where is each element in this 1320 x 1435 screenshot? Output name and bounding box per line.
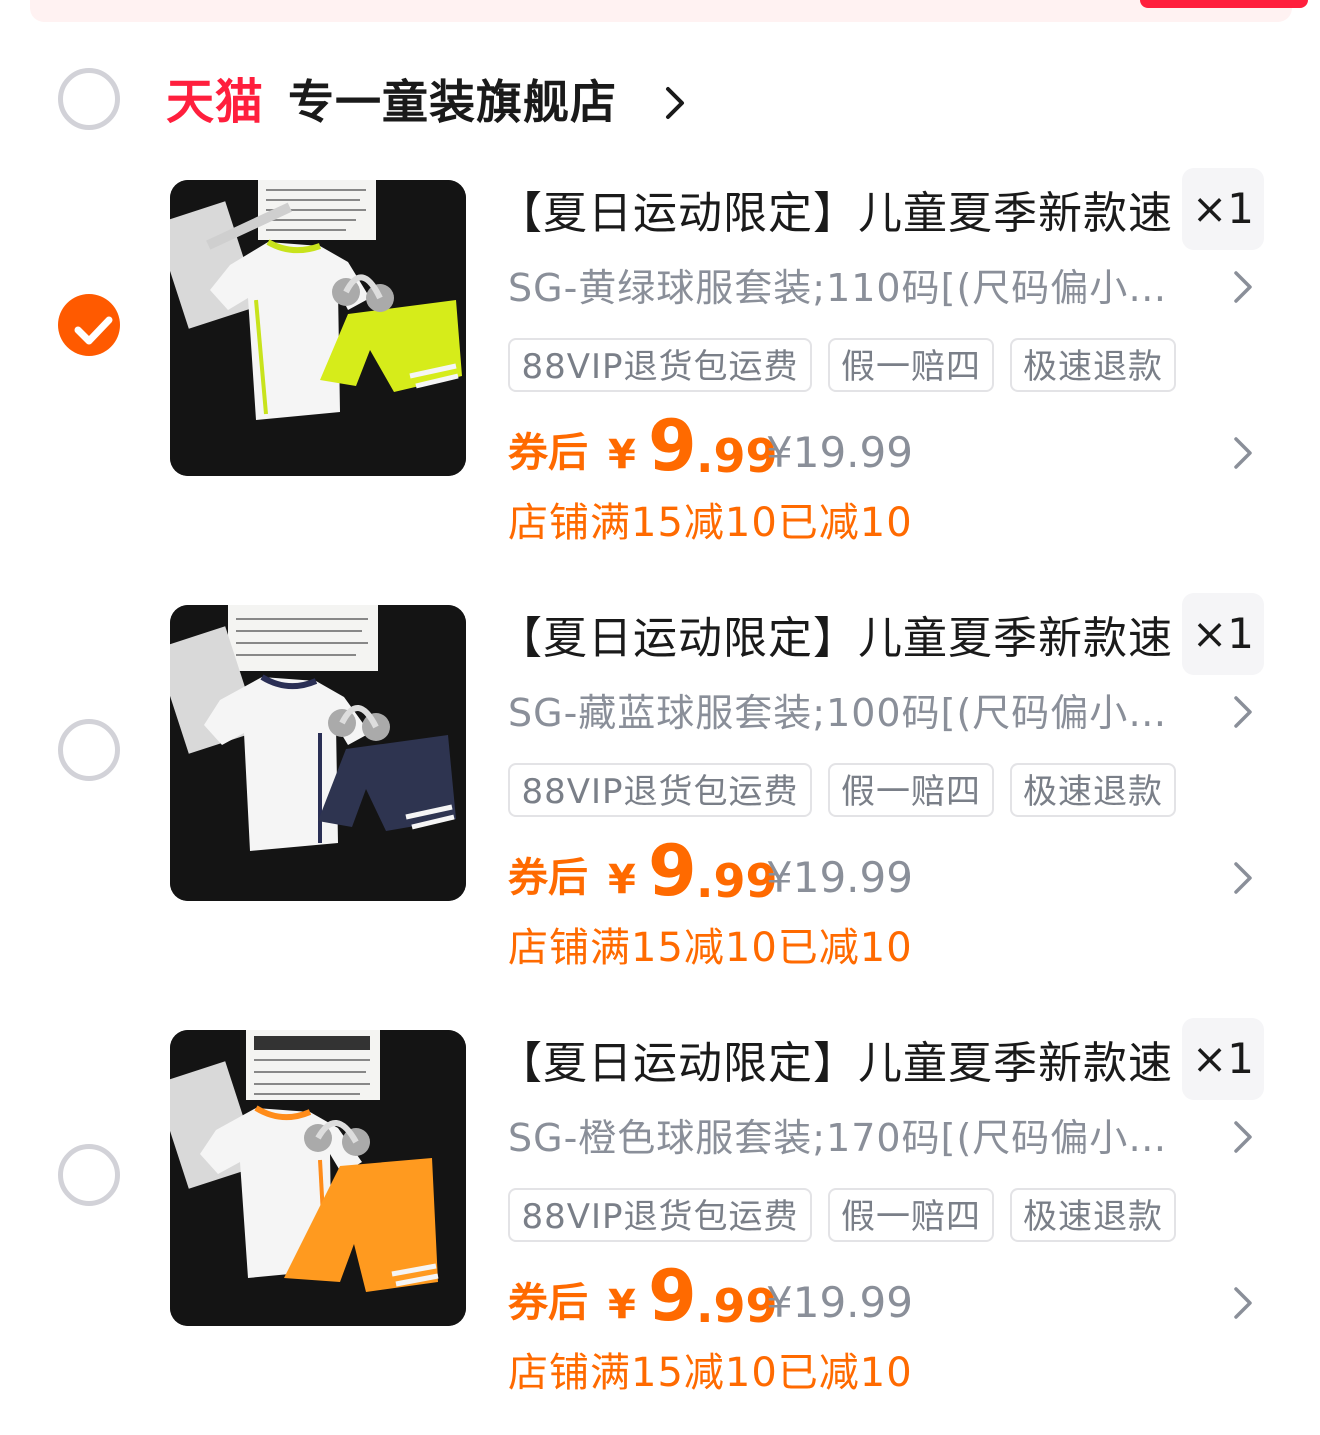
tag-fake-compensation: 假一赔四 bbox=[828, 338, 994, 392]
tag-88vip: 88VIP退货包运费 bbox=[508, 763, 812, 817]
product-thumbnail[interactable] bbox=[170, 1030, 466, 1326]
product-title[interactable]: 【夏日运动限定】儿童夏季新款速 bbox=[498, 609, 1173, 669]
checkmark-icon bbox=[74, 316, 113, 345]
tag-fast-refund: 极速退款 bbox=[1010, 763, 1176, 817]
coupon-label: 券后 bbox=[508, 855, 588, 901]
promo-text: 店铺满15减10已减10 bbox=[508, 1350, 913, 1396]
shop-header[interactable]: 天猫 专一童装旗舰店 bbox=[0, 62, 1320, 142]
tag-fake-compensation: 假一赔四 bbox=[828, 763, 994, 817]
sku-selector[interactable]: SG-黄绿球服套装;110码[(尺码偏小… bbox=[508, 260, 1208, 316]
quantity-badge[interactable]: ×1 bbox=[1182, 168, 1264, 250]
tmall-logo: 天猫 bbox=[166, 74, 265, 130]
tag-fake-compensation: 假一赔四 bbox=[828, 1188, 994, 1242]
original-price: ¥19.99 bbox=[766, 853, 913, 902]
price-integer: 9 bbox=[648, 405, 697, 487]
sku-selector[interactable]: SG-橙色球服套装;170码[(尺码偏小… bbox=[508, 1110, 1208, 1166]
cart-item: 【夏日运动限定】儿童夏季新款速 ×1 SG-藏蓝球服套装;100码[(尺码偏小…… bbox=[0, 593, 1320, 1005]
sku-selector[interactable]: SG-藏蓝球服套装;100码[(尺码偏小… bbox=[508, 685, 1208, 741]
coupon-label: 券后 bbox=[508, 1280, 588, 1326]
chevron-right-icon[interactable] bbox=[1232, 695, 1254, 729]
shop-name[interactable]: 专一童装旗舰店 bbox=[288, 72, 617, 132]
currency-symbol: ¥ bbox=[608, 857, 636, 903]
item-select-radio[interactable] bbox=[58, 294, 120, 356]
chevron-right-icon[interactable] bbox=[1232, 436, 1254, 470]
tag-88vip: 88VIP退货包运费 bbox=[508, 338, 812, 392]
cart-item: 【夏日运动限定】儿童夏季新款速 ×1 SG-橙色球服套装;170码[(尺码偏小…… bbox=[0, 1018, 1320, 1430]
quantity-badge[interactable]: ×1 bbox=[1182, 593, 1264, 675]
promo-text: 店铺满15减10已减10 bbox=[508, 925, 913, 971]
product-thumbnail[interactable] bbox=[170, 180, 466, 476]
product-title[interactable]: 【夏日运动限定】儿童夏季新款速 bbox=[498, 184, 1173, 244]
cart-item: 【夏日运动限定】儿童夏季新款速 ×1 SG-黄绿球服套装;110码[(尺码偏小…… bbox=[0, 168, 1320, 580]
tag-fast-refund: 极速退款 bbox=[1010, 1188, 1176, 1242]
chevron-right-icon[interactable] bbox=[1232, 1286, 1254, 1320]
chevron-right-icon[interactable] bbox=[664, 86, 686, 120]
original-price: ¥19.99 bbox=[766, 1278, 913, 1327]
chevron-right-icon[interactable] bbox=[1232, 270, 1254, 304]
chevron-right-icon[interactable] bbox=[1232, 1120, 1254, 1154]
product-title[interactable]: 【夏日运动限定】儿童夏季新款速 bbox=[498, 1034, 1173, 1094]
currency-symbol: ¥ bbox=[608, 1282, 636, 1328]
tag-88vip: 88VIP退货包运费 bbox=[508, 1188, 812, 1242]
product-thumbnail[interactable] bbox=[170, 605, 466, 901]
quantity-badge[interactable]: ×1 bbox=[1182, 1018, 1264, 1100]
tag-fast-refund: 极速退款 bbox=[1010, 338, 1176, 392]
item-select-radio[interactable] bbox=[58, 719, 120, 781]
shop-select-radio[interactable] bbox=[58, 68, 120, 130]
currency-symbol: ¥ bbox=[608, 432, 636, 478]
promo-text: 店铺满15减10已减10 bbox=[508, 500, 913, 546]
item-select-radio[interactable] bbox=[58, 1144, 120, 1206]
chevron-right-icon[interactable] bbox=[1232, 861, 1254, 895]
top-banner bbox=[30, 0, 1308, 22]
original-price: ¥19.99 bbox=[766, 428, 913, 477]
price-integer: 9 bbox=[648, 1255, 697, 1337]
price-integer: 9 bbox=[648, 830, 697, 912]
coupon-label: 券后 bbox=[508, 430, 588, 476]
top-banner-button[interactable] bbox=[1140, 0, 1308, 8]
